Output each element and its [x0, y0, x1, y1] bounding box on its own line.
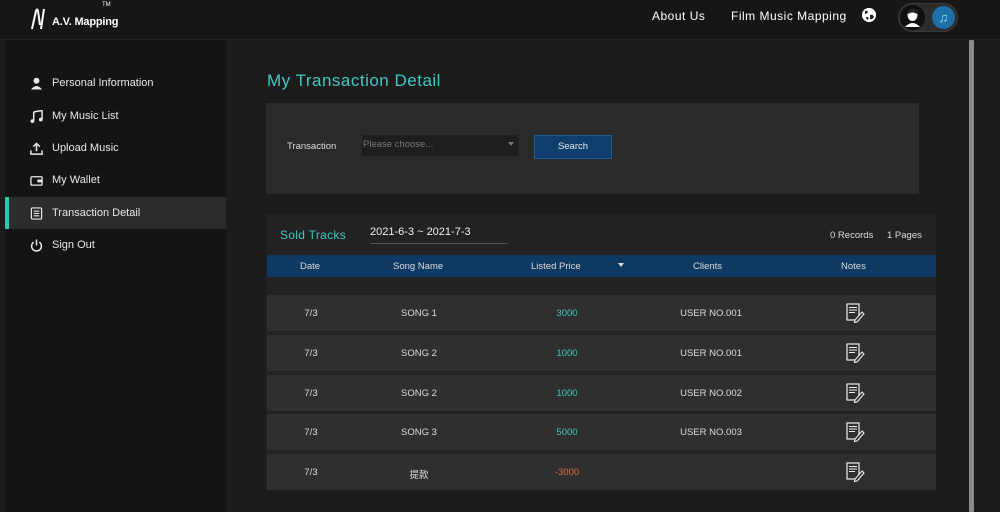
scrollbar-thumb[interactable] [969, 40, 974, 512]
logo-mark-icon [31, 8, 45, 30]
transaction-label: Transaction [287, 141, 337, 152]
logo[interactable]: A.V. Mapping [30, 5, 118, 33]
sidebar-item-label: Sign Out [52, 239, 95, 251]
column-header-clients[interactable]: Clients [693, 261, 722, 272]
nav-film-music-mapping[interactable]: Film Music Mapping [731, 9, 847, 23]
column-header-listed-price[interactable]: Listed Price [531, 261, 581, 272]
cell-client: USER NO.001 [680, 308, 742, 319]
transaction-select-placeholder: Please choose... [363, 139, 434, 150]
note-edit-icon[interactable] [846, 383, 865, 403]
upload-icon [29, 141, 43, 155]
note-edit-icon[interactable] [846, 343, 865, 363]
transaction-select[interactable]: Please choose... [362, 135, 518, 156]
sidebar-item-transaction-detail[interactable]: Transaction Detail [5, 197, 226, 229]
cell-date: 7/3 [304, 467, 318, 478]
avatar [900, 5, 925, 30]
cell-date: 7/3 [304, 348, 318, 359]
music-note-icon: ♫ [932, 6, 955, 29]
sidebar-item-label: My Wallet [52, 174, 100, 186]
cell-song: SONG 2 [401, 348, 437, 359]
table-row: 7/3 SONG 3 5000 USER NO.003 [267, 414, 936, 450]
theme-toggle[interactable]: ♫ [898, 3, 958, 32]
person-icon [29, 76, 43, 90]
cell-client: USER NO.003 [680, 427, 742, 438]
sold-tracks-title: Sold Tracks [280, 228, 346, 242]
sidebar-item-label: Transaction Detail [52, 207, 141, 219]
sort-caret-icon[interactable] [618, 263, 624, 267]
cell-price: 3000 [556, 308, 578, 319]
table-row: 7/3 提款 -3000 [267, 454, 936, 490]
table-row: 7/3 SONG 2 1000 USER NO.001 [267, 335, 936, 371]
sidebar-item-sign-out[interactable]: Sign Out [5, 229, 226, 261]
table-row: 7/3 SONG 2 1000 USER NO.002 [267, 375, 936, 411]
cell-date: 7/3 [304, 388, 318, 399]
sidebar-item-label: My Music List [52, 110, 119, 122]
cell-price: -3000 [554, 467, 580, 478]
cell-date: 7/3 [304, 308, 318, 319]
cell-song: 提款 [409, 470, 429, 481]
cell-date: 7/3 [304, 427, 318, 438]
logo-text: A.V. Mapping [52, 16, 119, 28]
logo-trademark: TM [102, 2, 111, 8]
sidebar-item-label: Personal Information [52, 77, 154, 89]
document-list-icon [29, 206, 43, 220]
chevron-down-icon [508, 142, 514, 146]
note-edit-icon[interactable] [846, 462, 865, 482]
cell-price: 5000 [556, 427, 578, 438]
note-edit-icon[interactable] [846, 422, 865, 442]
cell-price: 1000 [556, 348, 578, 359]
cell-price: 1000 [556, 388, 578, 399]
date-range-picker[interactable]: 2021-6-3 ~ 2021-7-3 [370, 226, 508, 244]
cell-song: SONG 2 [401, 388, 437, 399]
music-note-icon [29, 109, 43, 123]
sidebar-item-label: Upload Music [52, 142, 119, 154]
column-header-song-name[interactable]: Song Name [393, 261, 443, 272]
sidebar-item-personal-information[interactable]: Personal Information [5, 67, 226, 99]
records-count: 0 Records [830, 230, 874, 241]
nav-about-us[interactable]: About Us [652, 9, 705, 23]
sidebar-item-my-music-list[interactable]: My Music List [5, 100, 226, 132]
sidebar-item-my-wallet[interactable]: My Wallet [5, 164, 226, 196]
column-header-date[interactable]: Date [300, 261, 320, 272]
cell-client: USER NO.002 [680, 388, 742, 399]
power-icon [29, 238, 43, 252]
wallet-icon [29, 173, 43, 187]
top-bar: A.V. Mapping TM About Us Film Music Mapp… [0, 0, 1000, 40]
column-header-notes[interactable]: Notes [841, 261, 866, 272]
pages-count: 1 Pages [887, 230, 922, 241]
cell-song: SONG 1 [401, 308, 437, 319]
cell-song: SONG 3 [401, 427, 437, 438]
search-button[interactable]: Search [534, 135, 612, 159]
note-edit-icon[interactable] [846, 303, 865, 323]
page-title: My Transaction Detail [267, 71, 441, 90]
cell-client: USER NO.001 [680, 348, 742, 359]
table-row: 7/3 SONG 1 3000 USER NO.001 [267, 295, 936, 331]
globe-icon[interactable] [862, 8, 876, 22]
sidebar-item-upload-music[interactable]: Upload Music [5, 132, 226, 164]
sidebar: Personal Information My Music List Uploa… [5, 40, 226, 512]
table-header: Date Song Name Listed Price Clients Note… [267, 255, 936, 277]
